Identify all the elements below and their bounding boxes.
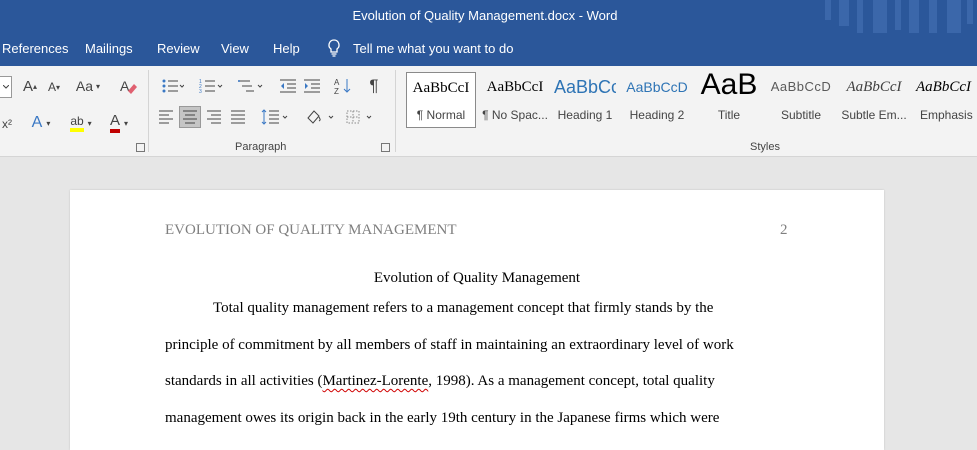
group-divider (148, 70, 149, 152)
style-heading-2[interactable]: AaBbCcD Heading 2 (626, 72, 688, 128)
grow-font-icon[interactable]: A ▴ (20, 76, 40, 96)
clear-formatting-icon[interactable]: A (118, 76, 140, 96)
group-divider (395, 70, 396, 152)
document-page[interactable]: EVOLUTION OF QUALITY MANAGEMENT 2 Evolut… (70, 190, 884, 450)
font-color-icon[interactable]: A ▾ (102, 112, 136, 134)
decrease-indent-icon[interactable] (278, 76, 298, 96)
increase-indent-icon[interactable] (302, 76, 322, 96)
tab-mailings[interactable]: Mailings (85, 41, 133, 56)
style-emphasis[interactable]: AaBbCcI Emphasis (914, 72, 977, 128)
multilevel-list-icon[interactable] (233, 76, 267, 96)
text-effects-icon[interactable]: A ▾ (26, 112, 56, 134)
document-title: Evolution of Quality Management (373, 270, 581, 286)
body-line: standards in all activities (Martinez-Lo… (165, 373, 715, 389)
sort-icon[interactable]: AZ (333, 76, 353, 96)
styles-group-label: Styles (750, 141, 780, 153)
tab-help[interactable]: Help (273, 41, 300, 56)
align-center-icon[interactable] (179, 106, 201, 128)
change-case-icon[interactable]: Aa ▾ (72, 76, 104, 96)
tab-view[interactable]: View (221, 41, 249, 56)
align-left-icon[interactable] (156, 106, 176, 128)
body-line: Total quality management refers to a man… (213, 300, 714, 316)
page-number: 2 (780, 222, 788, 238)
shading-icon[interactable] (302, 106, 338, 128)
style-no-spacing[interactable]: AaBbCcI ¶ No Spac... (480, 72, 550, 128)
paragraph-group-label: Paragraph (235, 141, 287, 153)
font-size-dropdown[interactable] (0, 76, 12, 98)
superscript-icon[interactable]: x² (0, 114, 14, 134)
style-subtle-emphasis[interactable]: AaBbCcI Subtle Em... (840, 72, 908, 128)
tab-review[interactable]: Review (157, 41, 200, 56)
svg-text:A: A (120, 78, 130, 94)
bullets-icon[interactable] (157, 76, 189, 96)
style-subtitle[interactable]: AaBbCcD Subtitle (770, 72, 832, 128)
show-formatting-marks-icon[interactable]: ¶ (364, 76, 384, 96)
shrink-font-icon[interactable]: A ▾ (45, 78, 63, 96)
numbering-icon[interactable]: 123 (195, 76, 227, 96)
svg-text:A: A (334, 78, 340, 87)
style-title[interactable]: AaB Title (698, 68, 760, 128)
paragraph-dialog-launcher[interactable] (381, 143, 390, 152)
spelling-error-word[interactable]: Martinez-Lorente (322, 373, 428, 389)
body-line: management owes its origin back in the e… (165, 410, 720, 426)
style-heading-1[interactable]: AaBbCc Heading 1 (554, 72, 616, 128)
title-bar: Evolution of Quality Management.docx - W… (0, 0, 977, 33)
ribbon-tabs: References Mailings Review View Help Tel… (0, 33, 977, 66)
lightbulb-icon[interactable] (326, 39, 342, 60)
justify-icon[interactable] (228, 106, 248, 128)
line-spacing-icon[interactable] (258, 106, 292, 128)
highlight-color-icon[interactable]: ab ▾ (64, 112, 98, 134)
ribbon: A▴ A▾ Aa▾ A x² A▾ ab▾ A▾ 123 AZ ¶ (0, 66, 977, 157)
svg-text:3: 3 (199, 89, 202, 94)
title-bar-decoration (817, 0, 977, 33)
tell-me-search[interactable]: Tell me what you want to do (353, 41, 513, 56)
svg-text:Z: Z (334, 87, 339, 95)
style-normal[interactable]: AaBbCcI ¶ Normal (406, 72, 476, 128)
borders-icon[interactable] (342, 106, 378, 128)
tab-references[interactable]: References (2, 41, 68, 56)
align-right-icon[interactable] (204, 106, 224, 128)
body-line: principle of commitment by all members o… (165, 337, 734, 353)
font-dialog-launcher[interactable] (136, 143, 145, 152)
running-header: EVOLUTION OF QUALITY MANAGEMENT (165, 222, 457, 238)
